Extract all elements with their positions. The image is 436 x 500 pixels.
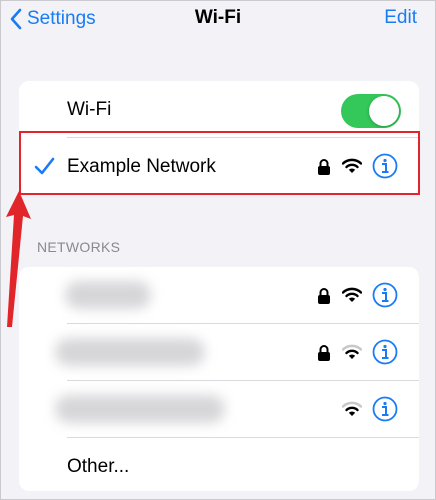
other-network-row[interactable]: Other... [19, 438, 419, 491]
toggle-knob [369, 96, 399, 126]
blurred-network-name [65, 281, 151, 309]
wifi-toggle-label: Wi-Fi [67, 98, 112, 120]
info-icon[interactable] [372, 153, 398, 179]
page-title: Wi-Fi [194, 7, 242, 28]
wifi-icon [342, 344, 362, 359]
edit-button[interactable]: Edit [384, 7, 417, 29]
wifi-toggle-row: Wi-Fi [19, 81, 419, 138]
blurred-network-name [55, 338, 205, 366]
connected-network-row[interactable]: Example Network [19, 138, 419, 195]
network-row[interactable] [19, 267, 419, 324]
networks-section-header: NETWORKS [37, 239, 121, 255]
wifi-icon [342, 287, 362, 302]
info-icon[interactable] [372, 282, 398, 308]
network-row[interactable] [19, 324, 419, 381]
network-row[interactable] [19, 381, 419, 438]
wifi-icon [342, 401, 362, 416]
checkmark-icon [34, 157, 55, 175]
blurred-network-name [55, 395, 225, 423]
wifi-icon [342, 158, 362, 173]
info-icon[interactable] [372, 339, 398, 365]
lock-icon [318, 288, 330, 304]
wifi-toggle-switch[interactable] [341, 94, 401, 128]
arrow-annotation [6, 191, 31, 327]
wifi-settings-group: Wi-Fi Example Network [19, 81, 419, 195]
networks-group: Other... [19, 267, 419, 491]
connected-network-name: Example Network [67, 155, 216, 177]
info-icon[interactable] [372, 396, 398, 422]
navigation-bar: Settings Wi-Fi Edit [1, 1, 435, 37]
lock-icon [318, 345, 330, 361]
lock-icon [318, 159, 330, 175]
other-network-label: Other... [67, 455, 130, 477]
